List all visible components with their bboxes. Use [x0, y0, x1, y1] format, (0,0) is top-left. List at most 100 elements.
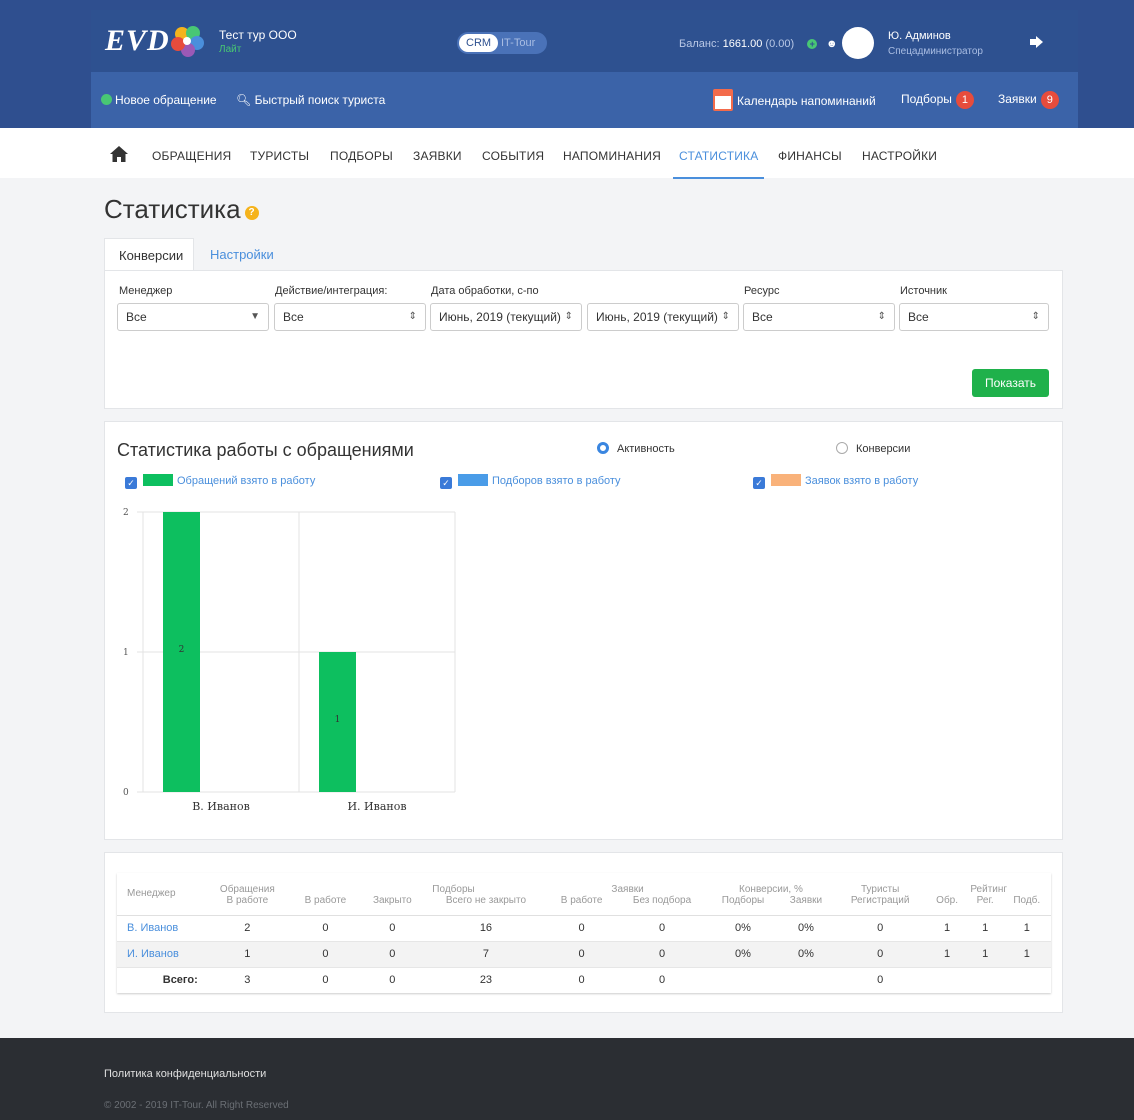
- table-cell: [1002, 966, 1051, 993]
- table-cell: 0: [290, 914, 360, 941]
- tab-settings[interactable]: Настройки: [196, 238, 288, 271]
- nav-selections[interactable]: Подборы: [330, 149, 393, 163]
- table-cell: 1: [926, 914, 968, 941]
- copyright: © 2002 - 2019 IT-Tour. All Right Reserve…: [104, 1100, 289, 1111]
- caret-down-icon: ▼: [250, 311, 260, 322]
- nav-active-indicator: [673, 177, 764, 179]
- home-icon[interactable]: [109, 145, 129, 163]
- add-balance-icon[interactable]: +: [807, 39, 818, 49]
- col-manager[interactable]: Менеджер: [117, 873, 204, 916]
- table-cell: 1: [1002, 914, 1051, 941]
- nav-reminders[interactable]: Напоминания: [563, 149, 661, 163]
- balance: Баланс: 1661.00 (0.00) +: [679, 38, 818, 50]
- nav-statistics[interactable]: Статистика: [679, 149, 758, 163]
- sort-arrows-icon: ⇕: [564, 304, 573, 330]
- switch-crm[interactable]: CRM: [459, 34, 499, 52]
- table-total-row: Всего: 3 0 0 23 0 0 0: [117, 966, 1051, 993]
- help-icon[interactable]: ?: [244, 206, 259, 220]
- table-cell: 0%: [708, 940, 778, 967]
- radio-checked-icon: [597, 442, 609, 454]
- legend-swatch: [458, 474, 488, 486]
- table-cell: 0%: [708, 914, 778, 941]
- table-cell: 0: [833, 966, 927, 993]
- switch-ittour[interactable]: IT-Tour: [501, 34, 535, 52]
- manager-select[interactable]: Все ▼: [117, 303, 269, 331]
- header-row-actions: Новое обращение 🔍︎ Быстрый поиск туриста…: [91, 72, 1078, 128]
- table-cell: 7: [424, 940, 548, 967]
- table-cell: [777, 966, 834, 993]
- user-icon: ☻: [826, 38, 838, 50]
- crm-ittour-switch[interactable]: CRM IT-Tour: [457, 32, 547, 54]
- privacy-link[interactable]: Политика конфиденциальности: [104, 1068, 266, 1080]
- legend-swatch: [771, 474, 801, 486]
- y-tick-label: 1: [123, 648, 129, 658]
- y-tick-label: 2: [123, 508, 129, 518]
- user-name[interactable]: Ю. Админов: [888, 30, 951, 42]
- col-header[interactable]: Подборы: [708, 895, 778, 916]
- total-label: Всего:: [117, 966, 204, 993]
- legend-item-requests[interactable]: ✓ Обращений взято в работу: [125, 474, 315, 489]
- action-select[interactable]: Все ⇕: [274, 303, 426, 331]
- top-header: EVD Тест тур ООО Лайт CRM IT-Tour Баланс…: [0, 0, 1134, 128]
- table-cell: 16: [424, 914, 548, 941]
- bar-chart: 0 1 2 2 В. Иванов 1 И. Иванов: [123, 508, 456, 813]
- orders-link[interactable]: Заявки 9: [998, 91, 1059, 109]
- manager-link[interactable]: В. Иванов: [117, 914, 204, 941]
- radio-conversion[interactable]: Конверсии: [836, 442, 910, 455]
- page-title: Статистика?: [104, 194, 259, 225]
- col-header[interactable]: Обр.: [926, 895, 968, 916]
- checkbox-checked-icon[interactable]: ✓: [125, 477, 137, 489]
- source-label: Источник: [900, 285, 947, 297]
- col-header[interactable]: Регистраций: [833, 895, 927, 916]
- tab-conversions[interactable]: Конверсии: [104, 238, 194, 271]
- table-cell: 2: [203, 914, 291, 941]
- legend-item-selections[interactable]: ✓ Подборов взято в работу: [440, 474, 621, 489]
- checkbox-checked-icon[interactable]: ✓: [440, 477, 452, 489]
- checkbox-checked-icon[interactable]: ✓: [753, 477, 765, 489]
- col-header[interactable]: Закрыто: [359, 895, 425, 916]
- sort-arrows-icon: ⇕: [721, 304, 730, 330]
- col-header[interactable]: Заявки: [777, 895, 834, 916]
- col-header[interactable]: Рег.: [967, 895, 1003, 916]
- user-role: Спецадминистратор: [888, 46, 983, 57]
- col-header[interactable]: В работе: [203, 895, 291, 916]
- nav-requests[interactable]: Обращения: [152, 149, 231, 163]
- nav-events[interactable]: События: [482, 149, 544, 163]
- quick-search-link[interactable]: 🔍︎ Быстрый поиск туриста: [236, 93, 385, 107]
- nav-tourists[interactable]: Туристы: [250, 149, 309, 163]
- col-header[interactable]: В работе: [547, 895, 617, 916]
- avatar[interactable]: [842, 27, 874, 59]
- col-header[interactable]: В работе: [290, 895, 360, 916]
- new-request-link[interactable]: Новое обращение: [101, 93, 217, 107]
- col-header[interactable]: Без подбора: [616, 895, 709, 916]
- nav-orders[interactable]: Заявки: [413, 149, 462, 163]
- app-logo[interactable]: EVD: [105, 24, 170, 58]
- y-tick-label: 0: [123, 788, 129, 798]
- radio-unchecked-icon: [836, 442, 848, 454]
- col-header[interactable]: Подб.: [1002, 895, 1051, 916]
- nav-finances[interactable]: Финансы: [778, 149, 842, 163]
- calendar-link[interactable]: Календарь напоминаний: [713, 89, 876, 111]
- source-select[interactable]: Все ⇕: [899, 303, 1049, 331]
- sort-arrows-icon: ⇕: [1031, 311, 1040, 322]
- bar-value-label: 1: [335, 715, 341, 725]
- table-cell: 23: [424, 966, 548, 993]
- selections-link[interactable]: Подборы 1: [901, 91, 974, 109]
- date-from-select[interactable]: Июнь, 2019 (текущий) ⇕: [430, 303, 582, 331]
- show-button[interactable]: Показать: [972, 369, 1049, 397]
- legend-item-orders[interactable]: ✓ Заявок взято в работу: [753, 474, 918, 489]
- manager-link[interactable]: И. Иванов: [117, 940, 204, 967]
- table-cell: 1: [967, 914, 1003, 941]
- table-cell: 0%: [777, 914, 834, 941]
- date-to-select[interactable]: Июнь, 2019 (текущий) ⇕: [587, 303, 739, 331]
- footer: Политика конфиденциальности © 2002 - 201…: [0, 1038, 1134, 1120]
- logout-icon[interactable]: [1029, 35, 1045, 49]
- table-row: В. Иванов 2 0 0 16 0 0 0% 0% 0 1 1 1: [117, 914, 1051, 941]
- nav-settings[interactable]: Настройки: [862, 149, 937, 163]
- table-cell: 0: [290, 940, 360, 967]
- radio-activity[interactable]: Активность: [597, 442, 675, 455]
- col-header[interactable]: Всего не закрыто: [424, 895, 548, 916]
- resource-select[interactable]: Все ⇕: [743, 303, 895, 331]
- table-cell: 0: [833, 940, 927, 967]
- sort-arrows-icon: ⇕: [408, 311, 417, 322]
